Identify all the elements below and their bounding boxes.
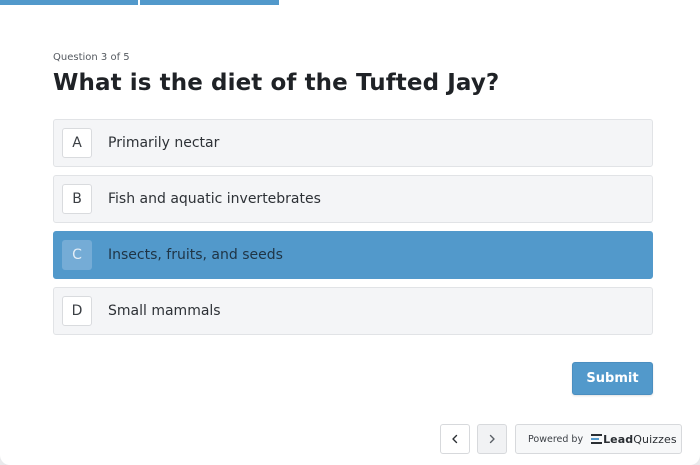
leadquizzes-logo: LeadQuizzes xyxy=(591,433,677,446)
answer-text: Primarily nectar xyxy=(108,135,220,151)
answer-option-a[interactable]: A Primarily nectar xyxy=(53,119,653,167)
answer-text: Small mammals xyxy=(108,303,221,319)
progress-segment xyxy=(562,0,700,5)
question-counter: Question 3 of 5 xyxy=(53,52,130,63)
question-title: What is the diet of the Tufted Jay? xyxy=(53,70,500,96)
submit-button[interactable]: Submit xyxy=(572,362,653,395)
progress-segment xyxy=(281,0,419,5)
chevron-right-icon xyxy=(489,434,495,444)
answer-text: Fish and aquatic invertebrates xyxy=(108,191,321,207)
answer-letter: B xyxy=(62,184,92,214)
leadquizzes-logo-icon xyxy=(591,434,603,444)
answer-letter: A xyxy=(62,128,92,158)
quiz-card: Question 3 of 5 What is the diet of the … xyxy=(0,0,700,465)
brand-name: LeadQuizzes xyxy=(603,433,677,446)
answer-letter: D xyxy=(62,296,92,326)
chevron-left-icon xyxy=(452,434,458,444)
answer-letter: C xyxy=(62,240,92,270)
answer-option-b[interactable]: B Fish and aquatic invertebrates xyxy=(53,175,653,223)
progress-segment xyxy=(0,0,139,5)
progress-segment xyxy=(140,0,279,5)
next-button[interactable] xyxy=(477,424,507,454)
answer-text: Insects, fruits, and seeds xyxy=(108,247,283,263)
progress-segment xyxy=(421,0,559,5)
progress-bar xyxy=(0,0,700,5)
powered-by-badge[interactable]: Powered by LeadQuizzes xyxy=(515,424,682,454)
answer-option-d[interactable]: D Small mammals xyxy=(53,287,653,335)
brand-name-rest: Quizzes xyxy=(633,432,677,446)
previous-button[interactable] xyxy=(440,424,470,454)
answer-list: A Primarily nectar B Fish and aquatic in… xyxy=(53,119,653,343)
powered-by-label: Powered by xyxy=(528,433,584,445)
brand-name-bold: Lead xyxy=(603,432,634,446)
answer-option-c[interactable]: C Insects, fruits, and seeds xyxy=(53,231,653,279)
